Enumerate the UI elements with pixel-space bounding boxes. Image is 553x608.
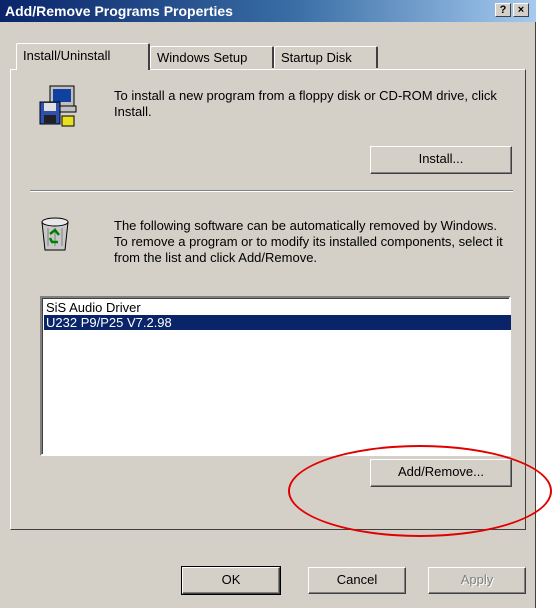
title-bar[interactable]: Add/Remove Programs Properties ? × bbox=[0, 0, 536, 22]
close-button[interactable]: × bbox=[513, 3, 529, 17]
tab-label: Install/Uninstall bbox=[23, 48, 111, 63]
program-name: U232 P9/P25 V7.2.98 bbox=[46, 315, 172, 330]
section-divider bbox=[30, 190, 513, 192]
add-remove-button-label: Add/Remove... bbox=[398, 464, 484, 479]
apply-button[interactable]: Apply bbox=[428, 567, 526, 594]
installed-programs-list[interactable]: SiS Audio Driver U232 P9/P25 V7.2.98 bbox=[40, 296, 511, 456]
tab-startup-disk[interactable]: Startup Disk bbox=[274, 46, 378, 68]
install-description: To install a new program from a floppy d… bbox=[114, 88, 497, 119]
computer-floppy-icon bbox=[39, 85, 77, 127]
tab-label: Startup Disk bbox=[281, 50, 352, 65]
remove-description: The following software can be automatica… bbox=[114, 218, 503, 265]
cancel-button[interactable]: Cancel bbox=[308, 567, 406, 594]
program-name: SiS Audio Driver bbox=[46, 300, 141, 315]
ok-label: OK bbox=[221, 572, 241, 587]
add-remove-programs-dialog: Add/Remove Programs Properties ? × Insta… bbox=[0, 0, 536, 608]
tab-label: Windows Setup bbox=[157, 50, 248, 65]
ok-button[interactable]: OK bbox=[181, 566, 281, 595]
list-item[interactable]: SiS Audio Driver bbox=[44, 300, 511, 315]
add-remove-button[interactable]: Add/Remove... bbox=[370, 459, 512, 487]
window-title: Add/Remove Programs Properties bbox=[5, 3, 233, 19]
tab-install-uninstall[interactable]: Install/Uninstall bbox=[16, 43, 150, 70]
apply-label: Apply bbox=[460, 572, 494, 587]
recycle-bin-icon bbox=[41, 217, 69, 251]
cancel-label: Cancel bbox=[336, 572, 378, 587]
help-button[interactable]: ? bbox=[495, 3, 511, 17]
list-item[interactable]: U232 P9/P25 V7.2.98 bbox=[44, 315, 511, 330]
install-button-label: Install... bbox=[418, 151, 464, 166]
tab-windows-setup[interactable]: Windows Setup bbox=[150, 46, 274, 68]
install-button[interactable]: Install... bbox=[370, 146, 512, 174]
